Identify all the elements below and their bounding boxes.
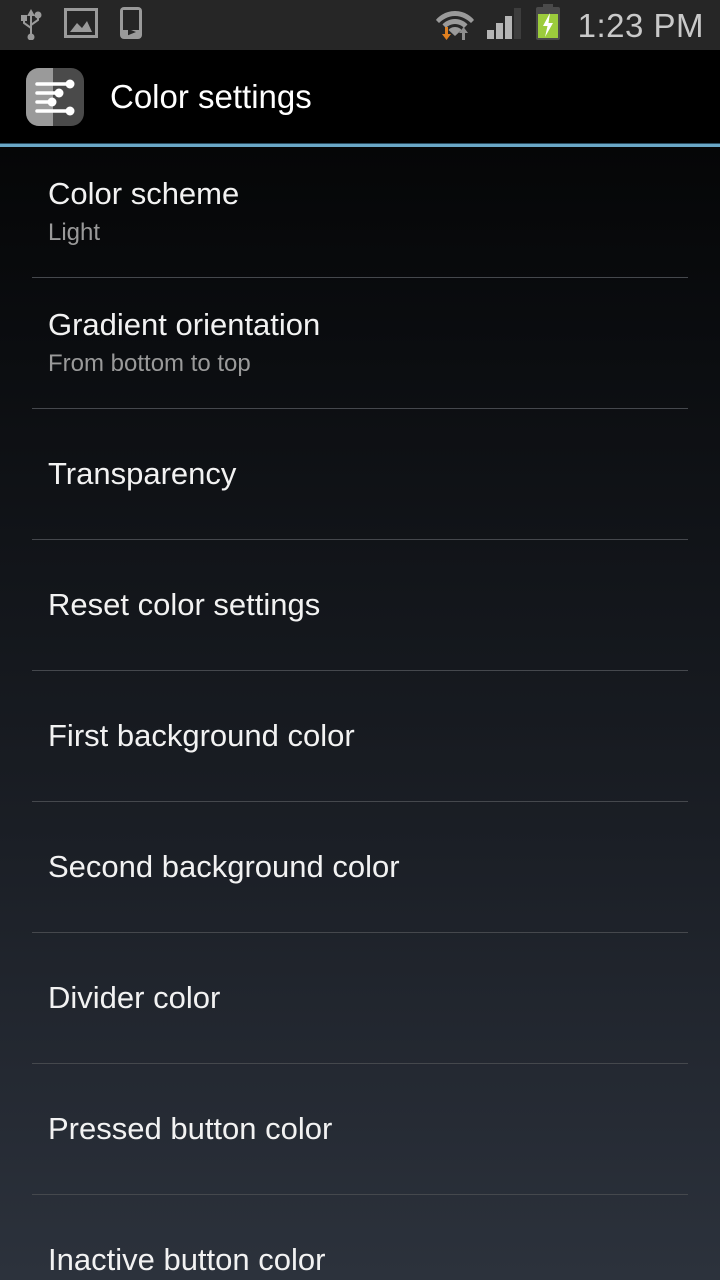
list-item[interactable]: Transparency (0, 409, 720, 539)
list-item[interactable]: First background color (0, 671, 720, 801)
action-bar: Color settings (0, 50, 720, 143)
android-screen: 1:23 PM Color settings Color scheme Ligh… (0, 0, 720, 1280)
list-item[interactable]: Inactive button color (0, 1195, 720, 1280)
page-title: Color settings (110, 78, 312, 115)
cellular-signal-icon (486, 6, 524, 45)
list-item-title: First background color (48, 718, 355, 754)
list-item-title: Pressed button color (48, 1111, 333, 1147)
list-item-title: Inactive button color (48, 1242, 326, 1278)
list-item-title: Reset color settings (48, 587, 321, 623)
status-bar-left-icons (0, 6, 144, 45)
status-bar-right-icons: 1:23 PM (434, 3, 720, 47)
battery-charging-icon (534, 3, 562, 47)
list-item[interactable]: Color scheme Light (0, 147, 720, 277)
settings-list[interactable]: Color scheme Light Gradient orientation … (0, 147, 720, 1280)
status-bar[interactable]: 1:23 PM (0, 0, 720, 50)
list-item[interactable]: Reset color settings (0, 540, 720, 670)
list-item-subtitle: From bottom to top (48, 350, 251, 378)
usb-icon (18, 6, 44, 45)
sliders-settings-icon[interactable] (26, 67, 84, 126)
screenshot-image-icon (64, 7, 98, 43)
list-item-title: Transparency (48, 456, 237, 492)
list-item-title: Second background color (48, 849, 400, 885)
list-item[interactable]: Gradient orientation From bottom to top (0, 278, 720, 408)
list-item[interactable]: Pressed button color (0, 1064, 720, 1194)
list-item-title: Divider color (48, 980, 221, 1016)
status-bar-clock: 1:23 PM (577, 6, 704, 44)
list-item-subtitle: Light (48, 219, 101, 247)
wifi-transfer-icon (434, 5, 476, 46)
list-item-title: Color scheme (48, 175, 240, 211)
list-item[interactable]: Divider color (0, 933, 720, 1063)
list-item[interactable]: Second background color (0, 802, 720, 932)
phone-media-icon (118, 6, 144, 45)
list-item-title: Gradient orientation (48, 306, 321, 342)
